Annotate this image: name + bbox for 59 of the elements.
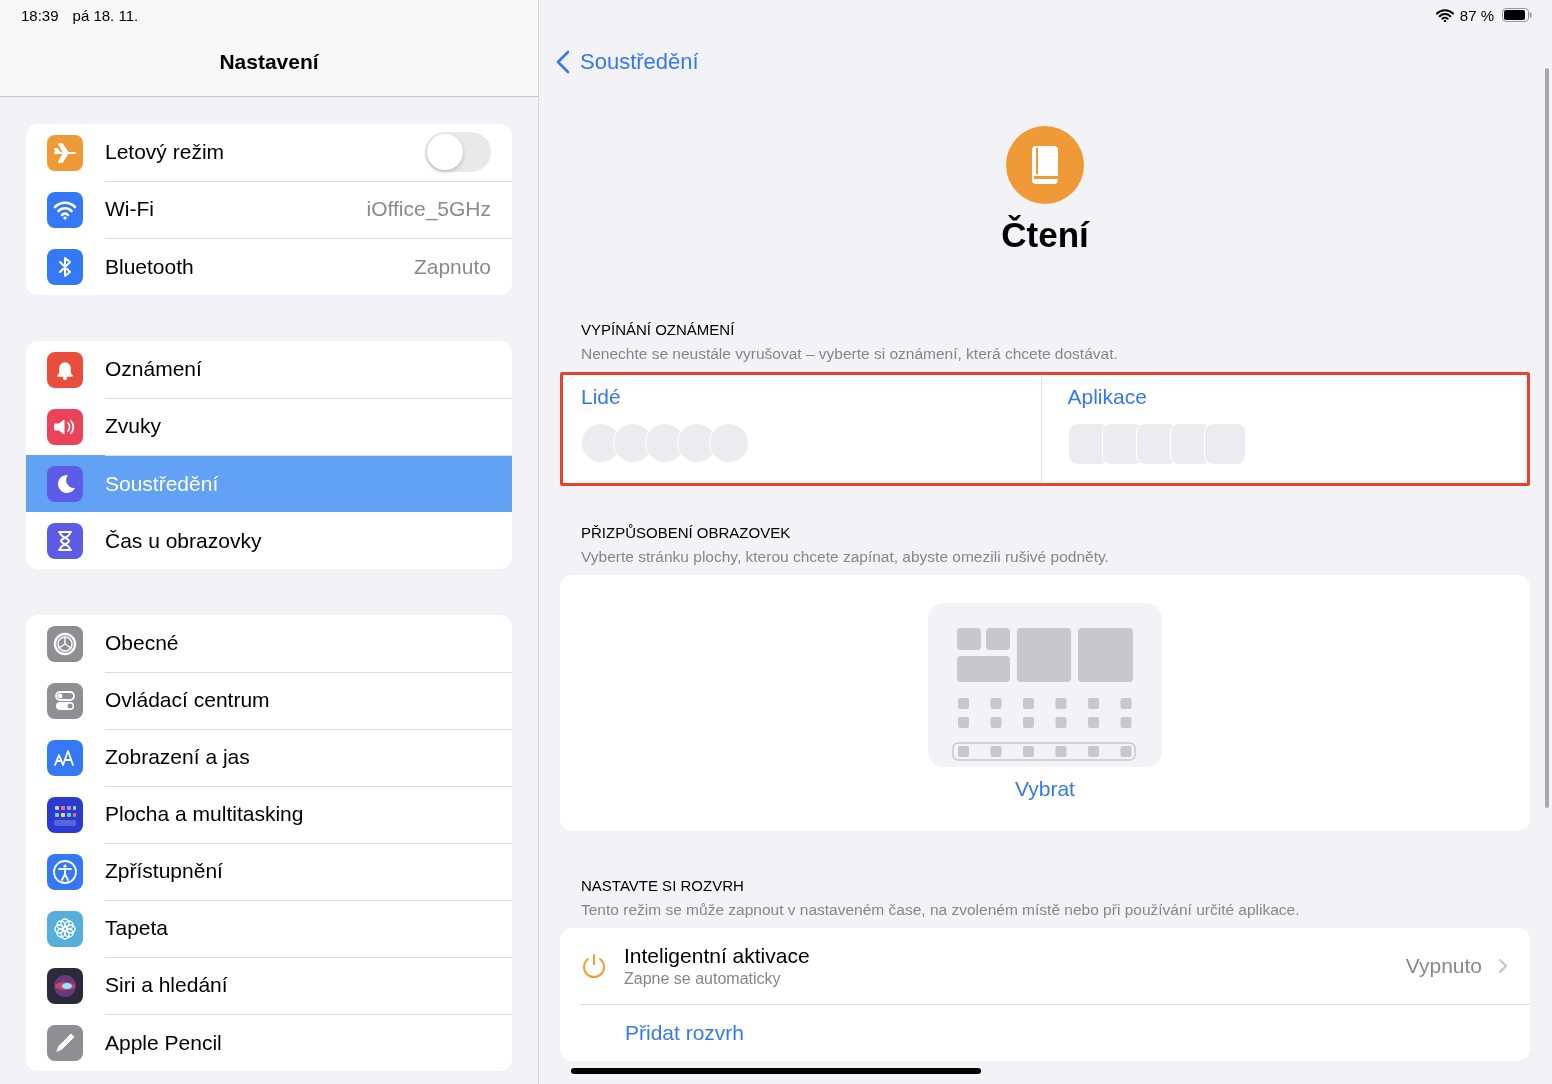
settings-label: Zpřístupnění [105,859,223,883]
settings-row[interactable]: Zobrazení a jas [26,729,512,786]
focus-title: Čtení [1001,214,1089,256]
settings-label: Čas u obrazovky [105,528,262,553]
settings-label: Wi-Fi [105,197,154,221]
section-description: Nenechte se neustále vyrušovat – vyberte si oznámení, která chcete dostávat. [581,344,1119,364]
settings-row[interactable]: Siri a hledání [26,957,512,1014]
apps-link[interactable]: Aplikace [1067,385,1147,409]
people-link[interactable]: Lidé [581,385,621,409]
settings-row[interactable]: Plocha a multitasking [26,786,512,843]
settings-label: Obecné [105,631,179,655]
row-value: Vypnuto [1405,954,1482,978]
settings-row[interactable]: Bluetooth Zapnuto [26,238,512,295]
settings-row[interactable]: Obecné [26,615,512,672]
toggle-switch[interactable] [425,132,491,172]
power-icon [580,952,608,980]
row-title: Inteligentní aktivace [624,944,810,968]
settings-label: Plocha a multitasking [105,802,304,826]
back-label: Soustředění [580,49,699,75]
settings-row[interactable]: Tapeta [26,900,512,957]
row-subtitle: Zapne se automaticky [624,970,781,988]
settings-label: Tapeta [105,916,169,940]
settings-label: Oznámení [105,357,202,381]
settings-label: Zobrazení a jas [105,745,250,769]
section-header: NASTAVTE SI ROZVRH [581,876,745,896]
settings-label: Ovládací centrum [105,688,270,712]
settings-row[interactable]: Čas u obrazovky [26,512,512,569]
section-description: Vyberte stránku plochy, kterou chcete zapínat, abyste omezili rušivé podněty. [581,547,1110,567]
settings-value: iOffice_5GHz [366,197,491,221]
chevron-right-icon [1498,958,1508,974]
settings-row[interactable]: Zpřístupnění [26,843,512,900]
settings-row[interactable]: Letový režim [26,124,512,181]
battery-percent: 87 % [1459,6,1494,24]
sidebar-title: Nastavení [219,50,319,74]
settings-label: Letový režim [105,140,225,164]
status-time: 18:39 [21,6,59,24]
status-date: pá 18. 11. [72,6,139,24]
settings-row[interactable]: Wi-Fi iOffice_5GHz [26,181,512,238]
settings-label: Apple Pencil [105,1030,222,1055]
section-description: Tento režim se může zapnout v nastaveném čase, na zvoleném místě nebo při používání určité aplikace. [581,900,1301,920]
book-icon [1006,126,1084,204]
settings-row[interactable]: Oznámení [26,341,512,398]
settings-row[interactable]: Apple Pencil [26,1014,512,1071]
settings-row[interactable]: Zvuky [26,398,512,455]
settings-label: Soustředění [105,471,219,496]
settings-value: Zapnuto [413,254,491,279]
wifi-icon [1435,8,1454,22]
smart-activation-row[interactable]: Inteligentní aktivace Zapne se automaticky Vypnuto [580,928,1530,1005]
choose-link[interactable]: Vybrat [1015,777,1075,801]
section-header: PŘIZPŮSOBENÍ OBRAZOVEK [581,523,792,543]
battery-icon [1502,8,1532,22]
back-chevron-icon [556,50,570,74]
settings-label: Siri a hledání [105,973,228,997]
section-header: VYPÍNÁNÍ OZNÁMENÍ [581,320,736,340]
settings-label: Zvuky [105,414,161,438]
settings-row[interactable]: Ovládací centrum [26,672,512,729]
settings-label: Bluetooth [105,254,194,279]
back-link[interactable]: Soustředění [556,49,699,75]
add-schedule-link[interactable]: Přidat rozvrh [625,1021,745,1045]
